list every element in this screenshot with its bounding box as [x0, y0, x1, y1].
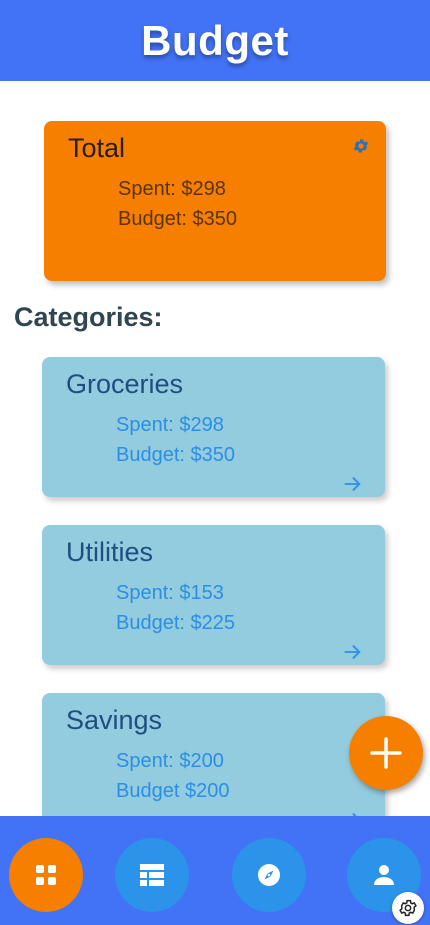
category-budget: Budget $200	[116, 780, 230, 802]
category-title: Groceries	[66, 369, 184, 399]
category-title: Utilities	[66, 537, 154, 567]
bottom-nav	[0, 816, 430, 925]
nav-dashboard-button[interactable]	[9, 838, 83, 912]
person-icon	[374, 865, 394, 885]
arrow-right-icon[interactable]	[341, 641, 363, 663]
categories-heading: Categories:	[14, 302, 163, 332]
dashboard-grid-icon	[36, 865, 56, 885]
nav-explore-button[interactable]	[232, 838, 306, 912]
gear-icon	[399, 899, 417, 917]
add-category-button[interactable]	[349, 716, 423, 790]
page-title: Budget	[141, 16, 289, 64]
category-budget: Budget: $225	[116, 612, 235, 634]
arrow-right-icon[interactable]	[341, 473, 363, 495]
settings-gear-icon[interactable]	[352, 137, 370, 155]
nav-list-button[interactable]	[115, 838, 189, 912]
total-title: Total	[68, 133, 126, 163]
category-budget: Budget: $350	[116, 444, 235, 466]
total-card: Total Spent: $298 Budget: $350	[44, 121, 386, 281]
category-card-groceries[interactable]: Groceries Spent: $298 Budget: $350	[42, 357, 385, 497]
list-view-icon	[140, 864, 164, 886]
category-spent: Spent: $298	[116, 414, 224, 436]
settings-corner-button[interactable]	[392, 892, 424, 924]
category-spent: Spent: $153	[116, 582, 224, 604]
category-title: Savings	[66, 705, 163, 735]
total-budget: Budget: $350	[118, 208, 237, 230]
category-card-savings[interactable]: Savings Spent: $200 Budget $200	[42, 693, 385, 833]
app-root: Budget Total Spent: $298 Budget: $350 Ca…	[0, 0, 430, 925]
app-header: Budget	[0, 0, 430, 81]
total-spent: Spent: $298	[118, 178, 226, 200]
category-spent: Spent: $200	[116, 750, 224, 772]
category-card-utilities[interactable]: Utilities Spent: $153 Budget: $225	[42, 525, 385, 665]
compass-icon	[258, 864, 280, 886]
plus-icon	[370, 737, 402, 769]
